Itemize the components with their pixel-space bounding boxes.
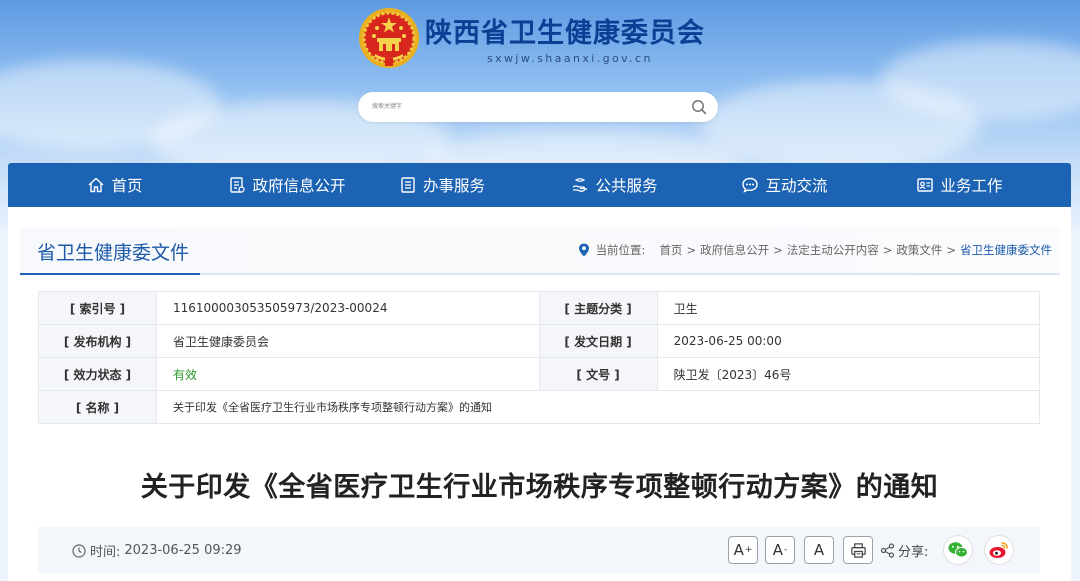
breadcrumb-separator: > (686, 243, 697, 257)
site-domain: sxwjw.shaanxi.gov.cn (487, 51, 653, 65)
meta-label-topic: [ 主题分类 ] (538, 291, 658, 325)
nav-item-services[interactable]: 办事服务 (352, 163, 532, 207)
article-title: 关于印发《全省医疗卫生行业市场秩序专项整顿行动方案》的通知 (140, 472, 939, 503)
meta-label-name: [ 名称 ] (38, 390, 157, 424)
nav-item-gov-info[interactable]: 政府信息公开 (222, 163, 352, 207)
breadcrumb-separator: > (946, 243, 956, 257)
clock-icon (72, 543, 86, 558)
font-smaller-button[interactable]: A- (765, 536, 795, 564)
nav-item-label: 办事服务 (422, 177, 485, 195)
meta-value-name: 关于印发《全省医疗卫生行业市场秩序专项整顿行动方案》的通知 (155, 390, 1041, 424)
form-icon (401, 177, 415, 193)
main-nav: 首页 政府信息公开 办事服务 公共服务 互动交流 业务工作 (8, 163, 1071, 207)
wechat-icon (948, 542, 968, 558)
font-smaller-label: A (772, 541, 783, 559)
meta-value-issuer: 省卫生健康委员会 (155, 324, 540, 358)
site-logo[interactable]: 陕西省卫生健康委员会 sxwjw.shaanxi.gov.cn (357, 4, 705, 72)
breadcrumb-current[interactable]: 省卫生健康委文件 (960, 242, 1052, 258)
article-toolbar: 时间: 2023-06-25 09:29 A + A- A 分享: (38, 527, 1040, 573)
breadcrumb-link-statutory[interactable]: 法定主动公开内容 (787, 242, 879, 258)
nav-item-public-service[interactable]: 公共服务 (532, 163, 697, 207)
national-emblem-icon (359, 8, 419, 68)
breadcrumb: 当前位置: 首页 > 政府信息公开 > 法定主动公开内容 > 政策文件 > 省卫… (578, 242, 1052, 258)
home-icon (89, 177, 104, 193)
nav-item-label: 互动交流 (765, 177, 828, 195)
chat-icon (742, 177, 759, 193)
site-title: 陕西省卫生健康委员会 (425, 17, 705, 49)
table-row: [ 发布机构 ] 省卫生健康委员会 [ 发文日期 ] 2023-06-25 00… (38, 324, 1041, 358)
minus-icon: - (784, 545, 788, 555)
meta-label-date: [ 发文日期 ] (538, 324, 658, 358)
weibo-icon (989, 542, 1008, 558)
breadcrumb-separator: > (773, 243, 783, 257)
document-list-icon (230, 177, 246, 193)
id-card-icon (917, 178, 934, 192)
font-larger-button[interactable]: A + (728, 536, 758, 564)
breadcrumb-separator: > (882, 243, 893, 257)
nav-item-interaction[interactable]: 互动交流 (697, 163, 872, 207)
print-button[interactable] (843, 536, 873, 564)
breadcrumb-link-home[interactable]: 首页 (659, 242, 682, 258)
search-input[interactable] (372, 97, 672, 117)
nav-item-label: 政府信息公开 (252, 177, 346, 195)
search-bar (358, 92, 718, 122)
content-panel: 省卫生健康委文件 当前位置: 首页 > 政府信息公开 > 法定主动公开内容 > … (8, 207, 1071, 581)
meta-label-index-no: [ 索引号 ] (38, 291, 157, 325)
breadcrumb-link-gov-info[interactable]: 政府信息公开 (700, 242, 769, 258)
nav-item-label: 业务工作 (940, 177, 1003, 195)
share-section: 分享: (880, 541, 928, 560)
meta-value-status: 有效 (155, 357, 540, 391)
publish-time-label: 时间: (90, 545, 121, 560)
hand-service-icon (573, 178, 588, 193)
nav-item-label: 公共服务 (595, 177, 658, 195)
print-icon (850, 542, 866, 558)
meta-label-doc-no: [ 文号 ] (538, 357, 658, 391)
section-title: 省卫生健康委文件 (37, 242, 190, 264)
search-icon[interactable] (690, 98, 708, 116)
meta-label-issuer: [ 发布机构 ] (38, 324, 157, 358)
share-label: 分享: (898, 545, 929, 560)
table-row: [ 索引号 ] 116100003053505973/2023-00024 [ … (38, 291, 1041, 325)
table-row: [ 效力状态 ] 有效 [ 文号 ] 陕卫发〔2023〕46号 (38, 357, 1041, 391)
location-pin-icon (578, 243, 589, 257)
section-underline (20, 273, 200, 275)
meta-value-index-no: 116100003053505973/2023-00024 (155, 291, 540, 325)
font-larger-label: A (733, 541, 744, 559)
wechat-share-button[interactable] (943, 535, 973, 565)
publish-time: 时间: 2023-06-25 09:29 (72, 541, 242, 560)
meta-label-status: [ 效力状态 ] (38, 357, 157, 391)
nav-item-home[interactable]: 首页 (8, 163, 222, 207)
font-default-button[interactable]: A (804, 536, 834, 564)
meta-value-doc-no: 陕卫发〔2023〕46号 (656, 357, 1041, 391)
breadcrumb-prefix: 当前位置: (595, 243, 646, 257)
font-default-label: A (813, 541, 825, 559)
breadcrumb-link-policy[interactable]: 政策文件 (896, 242, 942, 258)
publish-time-value: 2023-06-25 09:29 (124, 543, 242, 558)
nav-item-label: 首页 (111, 177, 143, 195)
document-meta-table: [ 索引号 ] 116100003053505973/2023-00024 [ … (38, 291, 1041, 424)
meta-value-topic: 卫生 (656, 291, 1041, 325)
weibo-share-button[interactable] (984, 535, 1014, 565)
table-row: [ 名称 ] 关于印发《全省医疗卫生行业市场秩序专项整顿行动方案》的通知 (38, 390, 1041, 424)
share-icon (880, 543, 895, 558)
meta-value-date: 2023-06-25 00:00 (656, 324, 1041, 358)
section-header: 省卫生健康委文件 当前位置: 首页 > 政府信息公开 > 法定主动公开内容 > … (20, 227, 1060, 275)
plus-icon: + (744, 545, 753, 555)
nav-item-business[interactable]: 业务工作 (872, 163, 1047, 207)
